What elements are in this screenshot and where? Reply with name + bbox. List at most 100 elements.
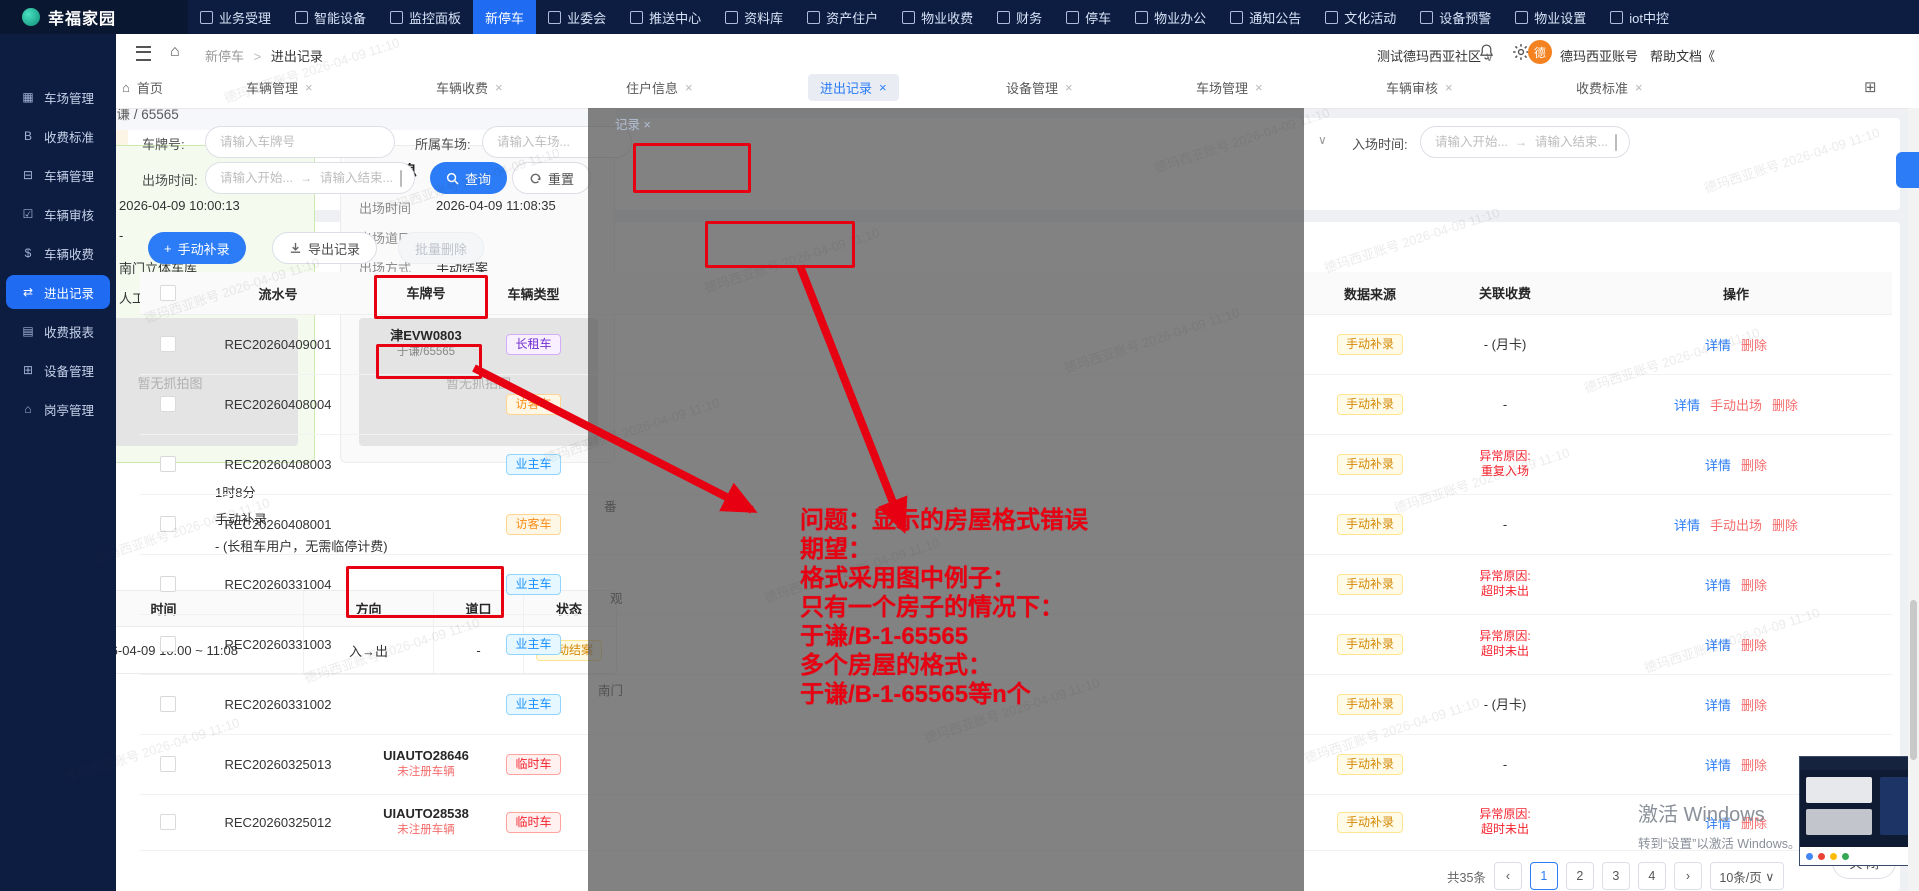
tab-vehicle-audit[interactable]: 车辆审核 × (1386, 78, 1453, 97)
page-1[interactable]: 1 (1529, 862, 1558, 890)
plate-number[interactable]: UIAUTO28538 (383, 805, 469, 822)
manual-exit-link[interactable]: 手动出场 (1710, 515, 1762, 534)
nav-item-device-alarm[interactable]: 设备预警 (1408, 0, 1503, 34)
search-button[interactable]: 查询 (430, 162, 508, 194)
nav-item-push-center[interactable]: 推送中心 (618, 0, 713, 34)
app-logo[interactable]: 幸福家园 (0, 0, 188, 34)
delete-link[interactable]: 删除 (1741, 695, 1767, 714)
nav-item-assets[interactable]: 资产住户 (795, 0, 890, 34)
detail-link[interactable]: 详情 (1705, 695, 1731, 714)
delete-link[interactable]: 删除 (1741, 635, 1767, 654)
nav-item-property-office[interactable]: 物业办公 (1123, 0, 1218, 34)
entry-end-input[interactable] (1533, 134, 1609, 150)
next-page-icon[interactable]: › (1673, 862, 1702, 890)
close-tab-icon[interactable]: × (1445, 80, 1453, 95)
calendar-icon[interactable] (1615, 133, 1617, 151)
row-checkbox[interactable] (160, 756, 176, 772)
close-tab-icon[interactable]: × (305, 80, 313, 95)
plate-number[interactable]: 津EVW0803 (390, 327, 462, 344)
exit-end-input[interactable] (318, 170, 394, 186)
sidebar-item-fee-report[interactable]: ▤ 收费报表 (0, 314, 116, 348)
sidebar-item-fee-standard[interactable]: B 收费标准 (0, 119, 116, 153)
bell-icon[interactable] (1478, 43, 1495, 61)
side-widget-button[interactable] (1896, 152, 1919, 188)
row-checkbox[interactable] (160, 456, 176, 472)
page-3[interactable]: 3 (1601, 862, 1630, 890)
tab-lot-management[interactable]: 车场管理 × (1196, 78, 1263, 97)
nav-item-smart-device[interactable]: 智能设备 (283, 0, 378, 34)
detail-link[interactable]: 详情 (1705, 755, 1731, 774)
row-checkbox[interactable] (160, 336, 176, 352)
row-checkbox[interactable] (160, 396, 176, 412)
sidebar-item-vehicle-fee[interactable]: $ 车辆收费 (0, 236, 116, 270)
page-4[interactable]: 4 (1637, 862, 1666, 890)
avatar[interactable]: 德 (1528, 40, 1552, 64)
nav-item-property-settings[interactable]: 物业设置 (1503, 0, 1598, 34)
sidebar-item-booth-management[interactable]: ⌂ 岗亭管理 (0, 392, 116, 426)
row-checkbox[interactable] (160, 516, 176, 532)
plate-input[interactable] (218, 134, 382, 150)
collapse-menu-icon[interactable] (136, 46, 151, 61)
nav-item-business[interactable]: 业务受理 (188, 0, 283, 34)
entry-start-input[interactable] (1433, 134, 1509, 150)
tab-fee-standard[interactable]: 收费标准 × (1576, 78, 1643, 97)
select-all-checkbox[interactable] (160, 285, 176, 301)
delete-link[interactable]: 删除 (1741, 455, 1767, 474)
tab-resident-info[interactable]: 住户信息 × (626, 78, 693, 97)
row-checkbox[interactable] (160, 696, 176, 712)
tab-home[interactable]: ⌂ 首页 (122, 78, 163, 97)
detail-link[interactable]: 详情 (1705, 455, 1731, 474)
nav-item-new-parking[interactable]: 新停车 (473, 0, 537, 34)
page-2[interactable]: 2 (1565, 862, 1594, 890)
detail-link[interactable]: 详情 (1674, 515, 1700, 534)
close-tab-icon[interactable]: × (879, 80, 887, 95)
prev-page-icon[interactable]: ‹ (1493, 862, 1522, 890)
delete-link[interactable]: 删除 (1772, 395, 1798, 414)
sidebar-item-vehicle-management[interactable]: ⊟ 车辆管理 (0, 158, 116, 192)
nav-item-finance[interactable]: 财务 (985, 0, 1054, 34)
nav-item-notice[interactable]: 通知公告 (1218, 0, 1313, 34)
home-icon[interactable]: ⌂ (170, 43, 180, 61)
close-tab-icon[interactable]: × (1635, 80, 1643, 95)
row-checkbox[interactable] (160, 636, 176, 652)
detail-link[interactable]: 详情 (1705, 635, 1731, 654)
select-chevron-icon[interactable]: ∨ (1318, 133, 1327, 147)
close-tab-icon[interactable]: × (685, 80, 693, 95)
sidebar-item-lot-management[interactable]: ▦ 车场管理 (0, 80, 116, 114)
nav-item-culture[interactable]: 文化活动 (1313, 0, 1408, 34)
close-tab-icon[interactable]: × (1255, 80, 1263, 95)
scrollbar-track[interactable] (1908, 108, 1919, 891)
row-checkbox[interactable] (160, 576, 176, 592)
close-tab-icon[interactable]: × (495, 80, 503, 95)
nav-item-library[interactable]: 资料库 (713, 0, 795, 34)
detail-link[interactable]: 详情 (1705, 575, 1731, 594)
breadcrumb-section[interactable]: 新停车 (205, 49, 244, 64)
close-tab-icon[interactable]: × (1065, 80, 1073, 95)
account-name[interactable]: 德玛西亚账号 (1560, 46, 1638, 65)
nav-item-committee[interactable]: 业委会 (536, 0, 618, 34)
sidebar-item-access-records[interactable]: ⇄ 进出记录 (6, 275, 110, 309)
reset-button[interactable]: 重置 (512, 162, 592, 194)
tab-vehicle-fee[interactable]: 车辆收费 × (436, 78, 503, 97)
nav-item-property-fee[interactable]: 物业收费 (890, 0, 985, 34)
delete-link[interactable]: 删除 (1741, 755, 1767, 774)
detail-link[interactable]: 详情 (1705, 335, 1731, 354)
delete-link[interactable]: 删除 (1741, 335, 1767, 354)
help-docs-link[interactable]: 帮助文档《 (1650, 46, 1715, 65)
export-records-button[interactable]: 导出记录 (272, 232, 378, 264)
manual-add-button[interactable]: + 手动补录 (148, 232, 246, 264)
sidebar-item-vehicle-audit[interactable]: ☑ 车辆审核 (0, 197, 116, 231)
delete-link[interactable]: 删除 (1741, 575, 1767, 594)
calendar-icon[interactable] (400, 169, 402, 187)
tab-grid-icon[interactable]: ⊞ (1864, 78, 1877, 96)
tab-device-management[interactable]: 设备管理 × (1006, 78, 1073, 97)
page-size-select[interactable]: 10条/页 ∨ (1709, 862, 1784, 890)
manual-exit-link[interactable]: 手动出场 (1710, 395, 1762, 414)
row-checkbox[interactable] (160, 814, 176, 830)
delete-link[interactable]: 删除 (1772, 515, 1798, 534)
tab-vehicle-management[interactable]: 车辆管理 × (246, 78, 313, 97)
exit-start-input[interactable] (218, 170, 294, 186)
plate-number[interactable]: UIAUTO28646 (383, 747, 469, 764)
screen-preview-window[interactable] (1799, 756, 1919, 866)
scrollbar-thumb[interactable] (1910, 600, 1917, 760)
